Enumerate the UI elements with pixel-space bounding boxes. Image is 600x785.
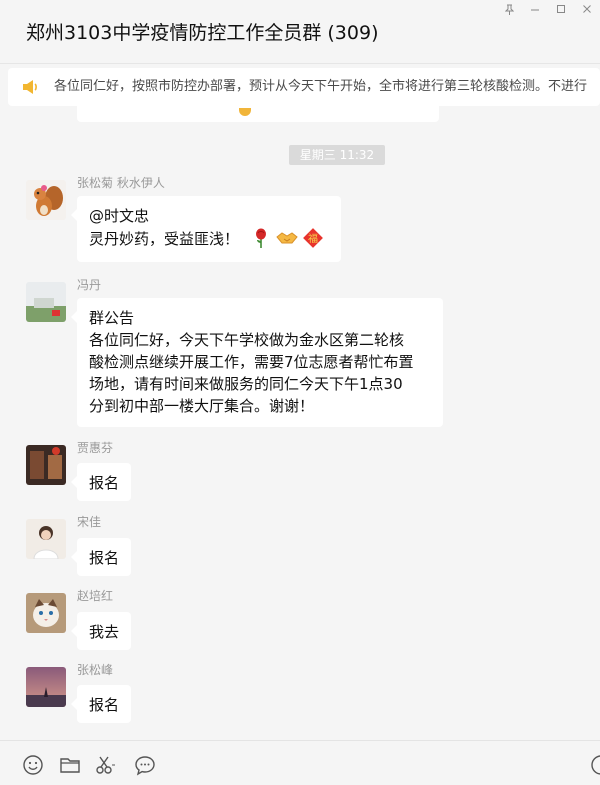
close-icon[interactable]	[574, 0, 600, 18]
svg-text:福: 福	[308, 232, 318, 245]
sender-name: 宋佳	[77, 515, 102, 529]
avatar[interactable]	[26, 667, 66, 707]
message-text: 报名	[89, 549, 120, 567]
message-text: 报名	[89, 696, 120, 714]
message-bubble[interactable]: 报名	[71, 463, 131, 501]
message-text-line: 酸检测点继续开展工作，需要7位志愿者帮忙布置	[89, 353, 414, 371]
message-bubble[interactable]: 我去	[71, 612, 131, 650]
avatar[interactable]	[26, 519, 66, 559]
rose-icon	[255, 228, 266, 248]
message-bubble[interactable]: 报名	[71, 538, 131, 576]
group-notice-banner[interactable]: 各位同仁好，按照市防控办部署，预计从今天下午开始，全市将进行第三轮核酸检测。不进…	[8, 68, 600, 106]
message-bubble[interactable]: @时文忠 灵丹妙药，受益匪浅！ 福	[71, 196, 341, 262]
chat-message-area[interactable]: 星期三 11:32 张松菊 秋水伊人 @时文忠 灵丹妙药，受益匪浅！ 福 冯丹 …	[0, 106, 600, 740]
message-bubble[interactable]: 报名	[71, 685, 131, 723]
message-text-line: 灵丹妙药，受益匪浅！ 福	[89, 227, 329, 250]
sender-name: 张松峰	[77, 663, 114, 677]
emoji-group: 福	[250, 227, 324, 249]
announcement-heading: 群公告	[89, 309, 135, 327]
avatar[interactable]	[26, 282, 66, 322]
chat-title[interactable]: 郑州3103中学疫情防控工作全员群 (309)	[26, 20, 378, 46]
fu-icon: 福	[302, 228, 323, 248]
input-toolbar	[0, 740, 600, 785]
avatar[interactable]	[26, 445, 66, 485]
message-bubble[interactable]: 群公告 各位同仁好，今天下午学校做为金水区第二轮核 酸检测点继续开展工作，需要7…	[71, 298, 443, 427]
message-text: 报名	[89, 474, 120, 492]
sender-name: 冯丹	[77, 278, 102, 292]
message-timestamp: 星期三 11:32	[289, 145, 385, 165]
title-bar: 郑州3103中学疫情防控工作全员群 (309)	[0, 0, 600, 64]
pin-icon[interactable]	[496, 0, 522, 18]
chat-bubble-icon[interactable]	[134, 754, 156, 776]
message-text: 灵丹妙药，受益匪浅！	[89, 230, 240, 248]
folder-icon[interactable]	[59, 754, 81, 776]
message-text: 我去	[89, 623, 120, 641]
maximize-icon[interactable]	[548, 0, 574, 18]
sender-name: 贾惠芬	[77, 441, 114, 455]
notice-text: 各位同仁好，按照市防控办部署，预计从今天下午开始，全市将进行第三轮核酸检测。不进…	[54, 79, 588, 94]
handshake-icon	[276, 232, 298, 244]
previous-message-bubble	[77, 106, 439, 122]
scissors-icon[interactable]	[95, 754, 117, 776]
minimize-icon[interactable]	[522, 0, 548, 18]
message-text-line: 场地，请有时间来做服务的同仁今天下午1点30	[89, 375, 403, 393]
avatar[interactable]	[26, 180, 66, 220]
window-controls	[496, 0, 600, 18]
clock-icon[interactable]	[590, 754, 600, 776]
speaker-icon	[23, 80, 37, 94]
mention-text: @时文忠	[89, 207, 150, 225]
emoji-icon[interactable]	[22, 754, 44, 776]
avatar[interactable]	[26, 593, 66, 633]
emoji-icon	[239, 108, 251, 116]
sender-name: 赵培红	[77, 589, 114, 603]
message-text-line: 分到初中部一楼大厅集合。谢谢！	[89, 397, 315, 415]
message-text-line: 各位同仁好，今天下午学校做为金水区第二轮核	[89, 331, 405, 349]
sender-name: 张松菊 秋水伊人	[77, 176, 165, 190]
